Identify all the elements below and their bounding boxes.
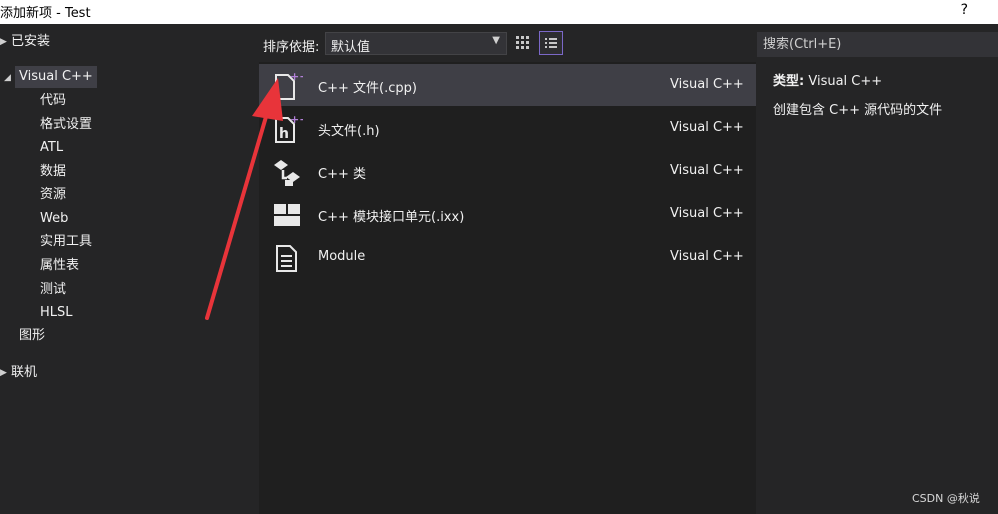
tree-item-atl[interactable]: ATL — [40, 137, 63, 159]
template-row-cpp-file[interactable]: ++ C++ 文件(.cpp) Visual C++ — [259, 64, 756, 106]
tree-item-property-sheets[interactable]: 属性表 — [40, 255, 79, 277]
template-language: Visual C++ — [670, 120, 744, 135]
cpp-file-icon: ++ — [275, 70, 303, 100]
template-type-info: 类型: Visual C++ — [773, 70, 882, 89]
class-icon — [274, 160, 300, 186]
category-tree: ▶ 已安装 ◢ Visual C++ 代码 格式设置 ATL 数据 资源 Web… — [0, 24, 255, 514]
tree-item-visual-cpp[interactable]: Visual C++ — [15, 66, 97, 88]
template-name: C++ 模块接口单元(.ixx) — [318, 210, 465, 225]
tree-item-hlsl[interactable]: HLSL — [40, 302, 73, 324]
template-name: 头文件(.h) — [318, 124, 380, 139]
template-language: Visual C++ — [670, 249, 744, 264]
svg-text:++: ++ — [290, 113, 303, 126]
type-label: 类型: — [773, 74, 805, 89]
tree-item-installed[interactable]: 已安装 — [11, 31, 50, 53]
template-language: Visual C++ — [670, 206, 744, 221]
tree-item-code[interactable]: 代码 — [40, 90, 66, 112]
template-name: Module — [318, 249, 366, 264]
search-input[interactable] — [757, 32, 998, 57]
search-box[interactable] — [757, 32, 998, 57]
sort-dropdown[interactable]: 默认值 ▼ — [325, 32, 507, 55]
template-name: C++ 文件(.cpp) — [318, 81, 417, 96]
template-name: C++ 类 — [318, 167, 366, 182]
tree-item-graphics[interactable]: 图形 — [19, 325, 45, 347]
grid-view-icon — [516, 36, 529, 49]
tree-item-formatting[interactable]: 格式设置 — [40, 114, 92, 136]
window-title: 添加新项 - Test — [0, 6, 91, 21]
template-language: Visual C++ — [670, 163, 744, 178]
list-view-button[interactable] — [539, 31, 563, 55]
expand-arrow-icon[interactable]: ▶ — [0, 37, 7, 47]
chevron-down-icon: ▼ — [492, 35, 500, 46]
tree-item-resource[interactable]: 资源 — [40, 184, 66, 206]
tree-item-online[interactable]: 联机 — [11, 362, 37, 384]
module-icon — [276, 245, 297, 272]
sort-label: 排序依据: — [263, 40, 320, 55]
list-view-icon — [545, 38, 557, 48]
template-description: 创建包含 C++ 源代码的文件 — [773, 103, 943, 118]
watermark: CSDN @秋说 — [912, 492, 980, 505]
svg-text:h: h — [279, 126, 289, 142]
help-button[interactable]: ? — [961, 2, 968, 18]
expand-arrow-icon[interactable]: ▶ — [0, 368, 7, 378]
template-row-cpp-class[interactable]: C++ 类 Visual C++ — [259, 150, 756, 192]
sort-value: 默认值 — [331, 40, 371, 55]
module-interface-icon — [274, 204, 300, 226]
template-row-module[interactable]: Module Visual C++ — [259, 236, 756, 278]
collapse-arrow-icon[interactable]: ◢ — [4, 73, 11, 83]
grid-view-button[interactable] — [511, 31, 535, 55]
tree-item-web[interactable]: Web — [40, 208, 68, 230]
template-row-header-file[interactable]: h ++ 头文件(.h) Visual C++ — [259, 107, 756, 149]
title-bar: 添加新项 - Test ? — [0, 0, 998, 24]
template-language: Visual C++ — [670, 77, 744, 92]
tree-item-data[interactable]: 数据 — [40, 161, 66, 183]
type-value: Visual C++ — [808, 74, 883, 89]
tree-item-utility[interactable]: 实用工具 — [40, 231, 92, 253]
svg-text:++: ++ — [290, 70, 303, 83]
template-row-module-interface[interactable]: C++ 模块接口单元(.ixx) Visual C++ — [259, 193, 756, 235]
template-list: ++ C++ 文件(.cpp) Visual C++ h ++ 头文件(.h) … — [259, 62, 756, 514]
tree-item-test[interactable]: 测试 — [40, 279, 66, 301]
header-file-icon: h ++ — [275, 113, 303, 143]
